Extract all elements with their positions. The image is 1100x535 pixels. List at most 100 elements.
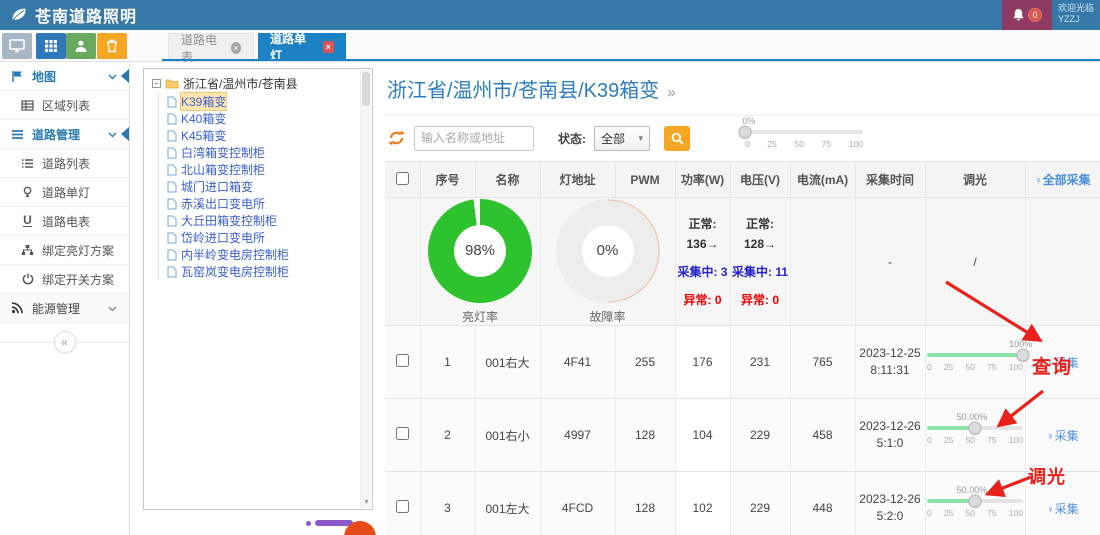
select-all-checkbox[interactable] (396, 172, 409, 185)
tree-node[interactable]: 城门进口箱变 (167, 178, 368, 195)
user-welcome[interactable]: 欢迎光临 YZZJ (1052, 0, 1100, 30)
collect-link[interactable]: ♀采集 (1046, 356, 1078, 370)
cell-current: 448 (790, 472, 855, 535)
bulb-icon: ♀ (1046, 504, 1054, 516)
active-arrow-marker (121, 69, 129, 83)
sidebar-item-road-meter[interactable]: U 道路电表 (0, 207, 129, 236)
sidebar-item-map[interactable]: 地图 (0, 62, 129, 91)
cell-power: 176 (675, 326, 730, 399)
decoration-dot (306, 521, 311, 526)
col-time: 采集时间 (855, 162, 925, 198)
tree-node[interactable]: 内半岭变电房控制柜 (167, 246, 368, 263)
monitor-button[interactable] (2, 33, 32, 59)
tab-road-lamp[interactable]: 道路单灯 × (258, 33, 346, 61)
cell-time: 2023-12-258:11:31 (855, 326, 925, 399)
collect-link[interactable]: ♀采集 (1046, 502, 1078, 516)
sidebar-item-road-list[interactable]: 道路列表 (0, 149, 129, 178)
sidebar-item-area-list[interactable]: 区域列表 (0, 91, 129, 120)
tree-node[interactable]: K45箱变 (167, 127, 368, 144)
tab-road-meter[interactable]: 道路电表 × (168, 33, 254, 61)
status-select[interactable]: 全部 ▾ (594, 126, 650, 151)
dim-stats-cell: / (925, 198, 1025, 326)
top-header: 苍南道路照明 0 欢迎光临 YZZJ (0, 0, 1100, 30)
row-dim-slider[interactable]: 50.00% 0255075100 (927, 499, 1023, 518)
sitemap-icon (20, 244, 35, 256)
chevron-down-icon (108, 69, 117, 83)
cell-dim: 50.00% 0255075100 (925, 399, 1025, 472)
col-power: 功率(W) (675, 162, 730, 198)
cell-current: 765 (790, 326, 855, 399)
cell-power: 102 (675, 472, 730, 535)
row-dim-slider[interactable]: 50.00% 0255075100 (927, 426, 1023, 445)
collect-link[interactable]: ♀采集 (1046, 429, 1078, 443)
tree-node[interactable]: 岱岭进口变电所 (167, 229, 368, 246)
sidebar-item-road-lamp[interactable]: 道路单灯 (0, 178, 129, 207)
file-icon (167, 96, 177, 108)
slider-track[interactable] (745, 130, 863, 134)
col-current: 电流(mA) (790, 162, 855, 198)
sidebar-collapse-button[interactable]: « (54, 331, 76, 353)
cell-power: 104 (675, 399, 730, 472)
filter-toolbar: 状态: 全部 ▾ 0% 0255075100 (385, 116, 1100, 160)
search-input[interactable] (414, 126, 534, 151)
caret-down-icon: ▾ (638, 133, 643, 144)
slider-handle[interactable] (1017, 348, 1030, 361)
collect-all-link[interactable]: ♀全部采集 (1034, 173, 1090, 187)
user-button[interactable] (66, 33, 96, 59)
slider-track[interactable] (927, 426, 1023, 430)
slider-track[interactable] (927, 353, 1023, 357)
app-brand: 苍南道路照明 (0, 3, 137, 27)
sidebar-item-road-management[interactable]: 道路管理 (0, 120, 129, 149)
notification-badge: 0 (1028, 8, 1042, 22)
file-icon (167, 181, 177, 193)
sidebar-item-energy-management[interactable]: 能源管理 (0, 294, 129, 323)
tree-expander-icon[interactable]: − (152, 79, 161, 88)
tree-node-k39[interactable]: K39箱变 (167, 93, 368, 110)
slider-track[interactable] (927, 499, 1023, 503)
fault-rate-value: 0% (556, 199, 660, 303)
sidebar-item-bind-lighting-plan[interactable]: 绑定亮灯方案 (0, 236, 129, 265)
lighting-rate-cell: 98% 亮灯率 (420, 198, 540, 326)
tree-node[interactable]: 瓦窑岚变电房控制柜 (167, 263, 368, 280)
lighting-rate-label: 亮灯率 (462, 308, 498, 325)
tree-node[interactable]: 大丘田箱变控制柜 (167, 212, 368, 229)
tab-close-icon[interactable]: × (231, 42, 241, 54)
tab-close-icon[interactable]: × (323, 41, 334, 53)
row-dim-slider[interactable]: 100% 0255075100 (927, 353, 1023, 372)
tree-node[interactable]: 赤溪出口变电所 (167, 195, 368, 212)
tree-node[interactable]: 北山箱变控制柜 (167, 161, 368, 178)
scrollbar-arrow-icon[interactable]: ▾ (361, 497, 372, 506)
slider-handle[interactable] (969, 421, 982, 434)
breadcrumb-path: 浙江省/温州市/苍南县/K39箱变 (387, 80, 659, 102)
refresh-icon[interactable] (387, 129, 406, 147)
file-icon (167, 215, 177, 227)
tree-node[interactable]: K40箱变 (167, 110, 368, 127)
slider-handle[interactable] (969, 494, 982, 507)
trash-icon (106, 39, 118, 53)
tree-node[interactable]: 白湾箱变控制柜 (167, 144, 368, 161)
col-no: 序号 (420, 162, 475, 198)
bulb-icon: ♀ (1046, 431, 1054, 443)
row-checkbox[interactable] (396, 354, 409, 367)
tree-root-node[interactable]: − 浙江省/温州市/苍南县 (152, 75, 368, 92)
notifications-button[interactable]: 0 (1002, 0, 1052, 30)
global-dim-slider[interactable]: 0% 0255075100 (745, 130, 863, 149)
slider-value-label: 0% (742, 116, 755, 126)
cell-no: 3 (420, 472, 475, 535)
trash-button[interactable] (97, 33, 127, 59)
slider-handle[interactable] (739, 126, 752, 139)
fault-rate-cell: 0% 故障率 (540, 198, 675, 326)
stats-empty-cell (385, 198, 420, 326)
cell-time: 2023-12-265:1:0 (855, 399, 925, 472)
tree-scrollbar-thumb[interactable] (362, 72, 370, 106)
search-button[interactable] (664, 126, 690, 151)
slider-value-label: 100% (1009, 339, 1032, 349)
row-checkbox[interactable] (396, 500, 409, 513)
tree-scrollbar[interactable]: ▾ (360, 70, 371, 508)
apps-grid-button[interactable] (36, 33, 66, 59)
row-checkbox[interactable] (396, 427, 409, 440)
flag-icon (10, 70, 25, 83)
cell-voltage: 229 (730, 399, 790, 472)
sidebar-item-bind-switch-plan[interactable]: 绑定开关方案 (0, 265, 129, 294)
table-row: 3 001左大 4FCD 128 102 229 448 2023-12-265… (385, 472, 1100, 535)
